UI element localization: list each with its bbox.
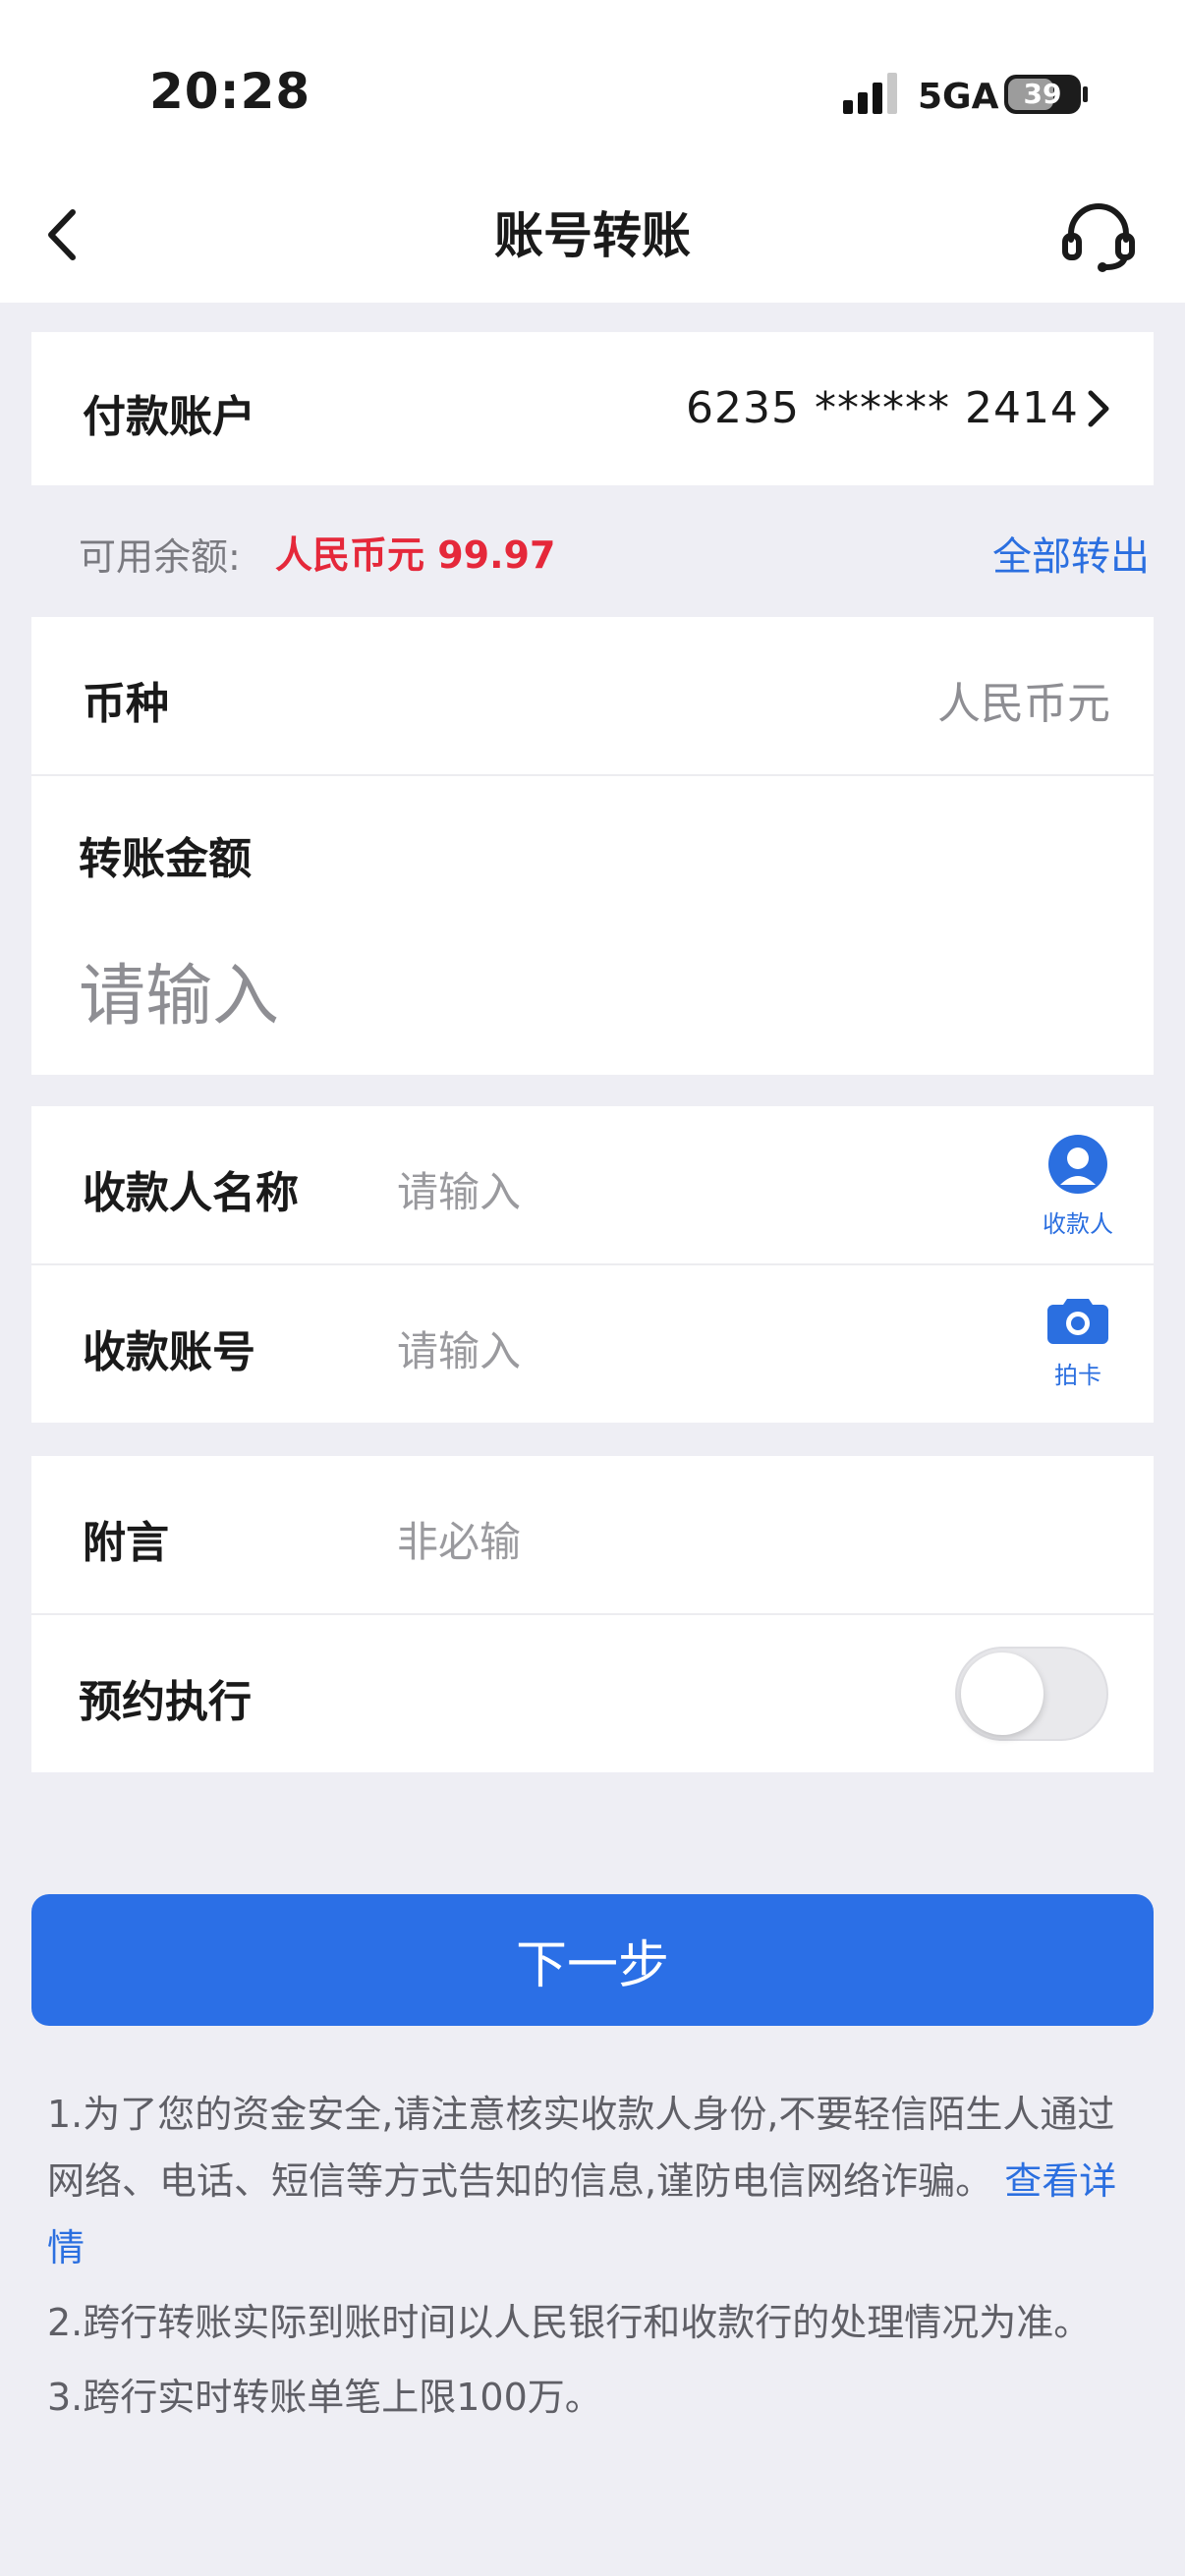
status-time: 20:28	[149, 63, 311, 120]
memo-label: 附言	[83, 1518, 169, 1568]
memo-card: 附言 非必输 预约执行	[31, 1456, 1154, 1772]
divider	[31, 774, 1154, 776]
payer-account-number: 6235 ****** 2414	[686, 383, 1079, 433]
amount-label: 转账金额	[79, 834, 252, 884]
memo-row: 附言 非必输	[31, 1456, 1154, 1613]
balance-value: 人民币元 99.97	[275, 533, 556, 577]
note-1-text: 1.为了您的资金安全,请注意核实收款人身份,不要轻信陌生人通过网络、电话、短信等…	[47, 2093, 1115, 2203]
scheduled-row: 预约执行	[31, 1615, 1154, 1772]
next-step-button[interactable]: 下一步	[31, 1894, 1154, 2026]
payer-label: 付款账户	[83, 392, 255, 442]
scheduled-toggle[interactable]	[955, 1647, 1108, 1741]
toggle-knob	[961, 1652, 1044, 1735]
payee-card: 收款人名称 请输入 收款人 收款账号 请输入 拍卡	[31, 1106, 1154, 1423]
note-3: 3.跨行实时转账单笔上限100万。	[47, 2376, 602, 2419]
payee-name-label: 收款人名称	[83, 1168, 299, 1218]
signal-icon	[843, 71, 902, 114]
currency-amount-card: 币种 人民币元 转账金额 请输入	[31, 617, 1154, 1075]
balance-label: 可用余额:	[79, 535, 241, 579]
contact-icon[interactable]	[1047, 1134, 1108, 1195]
card-scan-icon-label: 拍卡	[1054, 1362, 1101, 1389]
payee-account-input[interactable]: 请输入	[397, 1318, 521, 1378]
currency-label: 币种	[83, 679, 169, 729]
transfer-all-link[interactable]: 全部转出	[992, 525, 1150, 582]
currency-value: 人民币元	[937, 679, 1110, 729]
note-2: 2.跨行转账实际到账时间以人民银行和收款行的处理情况为准。	[47, 2301, 1092, 2344]
chevron-right-icon	[1083, 387, 1112, 430]
payee-icon-label: 收款人	[1043, 1210, 1113, 1238]
page-title: 账号转账	[494, 207, 691, 264]
currency-row[interactable]: 币种 人民币元	[31, 617, 1154, 774]
status-bar: 20:28 5GA 39	[0, 0, 1185, 187]
battery-level: 39	[1023, 78, 1062, 110]
battery-tip	[1083, 86, 1088, 102]
scheduled-label: 预约执行	[79, 1677, 252, 1727]
battery-icon: 39	[1004, 75, 1081, 114]
payee-name-row: 收款人名称 请输入 收款人	[31, 1106, 1154, 1263]
payee-name-input[interactable]: 请输入	[397, 1159, 521, 1219]
notes: 1.为了您的资金安全,请注意核实收款人身份,不要轻信陌生人通过网络、电话、短信等…	[47, 2081, 1148, 2438]
memo-input[interactable]: 非必输	[397, 1509, 521, 1569]
payer-account-row[interactable]: 付款账户 6235 ****** 2414	[31, 332, 1154, 485]
headset-icon[interactable]	[1059, 196, 1138, 275]
payee-account-row: 收款账号 请输入 拍卡	[31, 1265, 1154, 1423]
amount-input[interactable]: 请输入	[79, 941, 279, 1038]
network-type: 5GA	[918, 77, 999, 117]
camera-icon[interactable]	[1047, 1293, 1108, 1344]
payee-account-label: 收款账号	[83, 1327, 255, 1377]
note-1: 1.为了您的资金安全,请注意核实收款人身份,不要轻信陌生人通过网络、电话、短信等…	[47, 2081, 1148, 2281]
